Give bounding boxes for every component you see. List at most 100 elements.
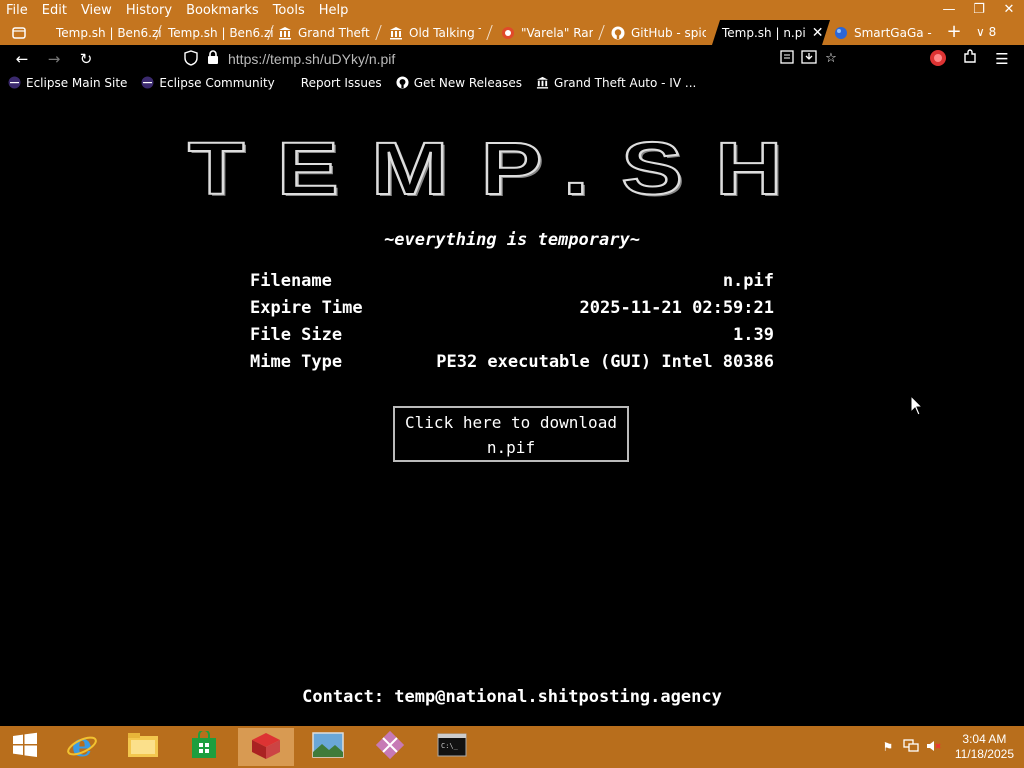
tab-temp-npif-active[interactable]: Temp.sh | n.pi ✕ xyxy=(712,20,830,45)
taskbar-command-prompt[interactable]: C:\_ xyxy=(424,728,480,766)
menu-tools[interactable]: Tools xyxy=(266,3,312,18)
photo-viewer-icon xyxy=(312,732,344,762)
taskbar-store[interactable] xyxy=(176,728,232,766)
bookmark-eclipse-main[interactable]: Eclipse Main Site xyxy=(8,76,127,90)
svg-text:e: e xyxy=(72,729,92,761)
tab-overview-button[interactable] xyxy=(8,20,36,45)
tab-temp-ben6-2[interactable]: Temp.sh | Ben6.zi xyxy=(152,20,276,45)
url-bar[interactable]: https://temp.sh/uDYky/n.pif ☆ xyxy=(180,47,850,70)
reload-icon[interactable]: ↻ xyxy=(76,49,96,69)
info-value: 1.39 xyxy=(733,325,774,345)
back-icon[interactable]: ← xyxy=(12,49,32,69)
tab-grand-theft[interactable]: Grand Theft A xyxy=(278,20,370,45)
save-page-icon[interactable] xyxy=(800,50,818,68)
file-info-table: Filename n.pif Expire Time 2025-11-21 02… xyxy=(250,271,774,379)
tool-app-icon xyxy=(375,730,405,764)
menu-edit[interactable]: Edit xyxy=(35,3,74,18)
tab-label: SmartGaGa - xyxy=(854,25,932,40)
bookmark-report-issues[interactable]: Report Issues xyxy=(301,76,382,90)
bookmark-get-new-releases[interactable]: Get New Releases xyxy=(396,76,522,90)
info-row-mime-type: Mime Type PE32 executable (GUI) Intel 80… xyxy=(250,352,774,379)
menu-history[interactable]: History xyxy=(119,3,179,18)
store-icon xyxy=(191,729,217,763)
tab-label: Old Talking T xyxy=(409,25,481,40)
flag-icon[interactable]: ⚑ xyxy=(878,740,898,754)
lock-icon[interactable] xyxy=(204,50,222,68)
info-label: Filename xyxy=(250,271,332,291)
tab-separator xyxy=(375,25,382,40)
museum-icon xyxy=(536,76,549,89)
tab-github[interactable]: GitHub - spic xyxy=(611,20,706,45)
internet-explorer-icon: e xyxy=(66,726,98,765)
taskbar-file-explorer[interactable] xyxy=(115,728,171,766)
network-icon[interactable] xyxy=(901,738,921,756)
bookmark-label: Get New Releases xyxy=(413,75,523,90)
folder-icon xyxy=(127,731,159,763)
bookmark-gta-iv[interactable]: Grand Theft Auto - IV ... xyxy=(536,76,696,90)
info-label: Expire Time xyxy=(250,298,363,318)
tab-count-button[interactable]: ∨ 8 xyxy=(976,20,996,45)
taskbar-tool[interactable] xyxy=(362,728,418,766)
globe-icon xyxy=(834,26,848,40)
tab-label: Grand Theft A xyxy=(298,25,370,40)
chevron-down-icon: ∨ xyxy=(976,25,985,39)
tab-label: Temp.sh | Ben6.zi xyxy=(168,25,274,40)
bookmark-label: Grand Theft Auto - IV ... xyxy=(554,75,697,90)
hamburger-menu-icon[interactable]: ☰ xyxy=(992,49,1012,69)
tab-close-icon[interactable]: ✕ xyxy=(812,25,824,41)
tab-list-icon xyxy=(12,26,26,40)
tab-separator xyxy=(486,25,493,40)
tab-smartgaga[interactable]: SmartGaGa - xyxy=(834,20,934,45)
taskbar-app-active[interactable] xyxy=(238,728,294,766)
info-row-filename: Filename n.pif xyxy=(250,271,774,298)
menu-file[interactable]: File xyxy=(0,3,35,18)
restore-icon[interactable]: ❐ xyxy=(964,0,994,20)
info-row-expire-time: Expire Time 2025-11-21 02:59:21 xyxy=(250,298,774,325)
page-content: TEMP.SH ~everything is temporary~ Filena… xyxy=(0,93,1024,726)
tab-varela[interactable]: "Varela" Rarit xyxy=(501,20,593,45)
tab-old-talking[interactable]: Old Talking T xyxy=(389,20,481,45)
window-controls: — ❐ ✕ xyxy=(934,0,1024,20)
eclipse-icon xyxy=(141,76,154,89)
command-prompt-icon: C:\_ xyxy=(437,733,467,761)
menu-bar: File Edit View History Bookmarks Tools H… xyxy=(0,0,1024,20)
download-button[interactable]: Click here to download n.pif xyxy=(393,406,629,462)
taskbar-photos[interactable] xyxy=(300,728,356,766)
start-button[interactable] xyxy=(0,728,50,766)
clock[interactable]: 3:04 AM 11/18/2025 xyxy=(955,732,1014,762)
extensions-icon[interactable] xyxy=(960,49,980,69)
menu-view[interactable]: View xyxy=(74,3,119,18)
url-text[interactable]: https://temp.sh/uDYky/n.pif xyxy=(228,51,395,67)
volume-muted-icon[interactable] xyxy=(924,739,944,756)
new-tab-button[interactable]: + xyxy=(944,20,964,45)
info-value: PE32 executable (GUI) Intel 80386 xyxy=(436,352,774,372)
taskbar-internet-explorer[interactable]: e xyxy=(54,726,110,766)
museum-icon xyxy=(278,26,292,40)
tagline: ~everything is temporary~ xyxy=(384,230,640,250)
menu-help[interactable]: Help xyxy=(312,3,356,18)
tab-temp-ben6-1[interactable]: Temp.sh | Ben6.zi xyxy=(40,20,164,45)
reader-view-icon[interactable] xyxy=(778,50,796,68)
bookmark-star-icon[interactable]: ☆ xyxy=(822,50,840,68)
info-label: Mime Type xyxy=(250,352,343,372)
contact-line[interactable]: Contact: temp@national.shitposting.agenc… xyxy=(0,687,1024,707)
minimize-icon[interactable]: — xyxy=(934,0,964,20)
clock-date: 11/18/2025 xyxy=(954,747,1014,761)
menu-bookmarks[interactable]: Bookmarks xyxy=(179,3,266,18)
bookmark-eclipse-community[interactable]: Eclipse Community xyxy=(141,76,275,90)
tab-bar: Temp.sh | Ben6.zi Temp.sh | Ben6.zi Gran… xyxy=(0,20,1024,45)
tab-separator xyxy=(598,25,605,40)
clock-time: 3:04 AM xyxy=(962,732,1007,746)
close-window-icon[interactable]: ✕ xyxy=(994,0,1024,20)
package-app-icon xyxy=(250,730,282,764)
info-value: 2025-11-21 02:59:21 xyxy=(579,298,774,318)
tab-label: Temp.sh | Ben6.zi xyxy=(56,25,162,40)
navigation-bar: ← → ↻ https://temp.sh/uDYky/n.pif ☆ ☰ xyxy=(0,45,1024,72)
site-logo[interactable]: TEMP.SH xyxy=(187,131,1024,207)
tab-label: "Varela" Rarit xyxy=(521,25,593,40)
system-tray: ⚑ 3:04 AM 11/18/2025 xyxy=(878,726,1014,768)
shield-icon[interactable] xyxy=(182,50,200,68)
profile-icon[interactable] xyxy=(928,49,948,69)
forward-icon[interactable]: → xyxy=(44,49,64,69)
info-label: File Size xyxy=(250,325,343,345)
